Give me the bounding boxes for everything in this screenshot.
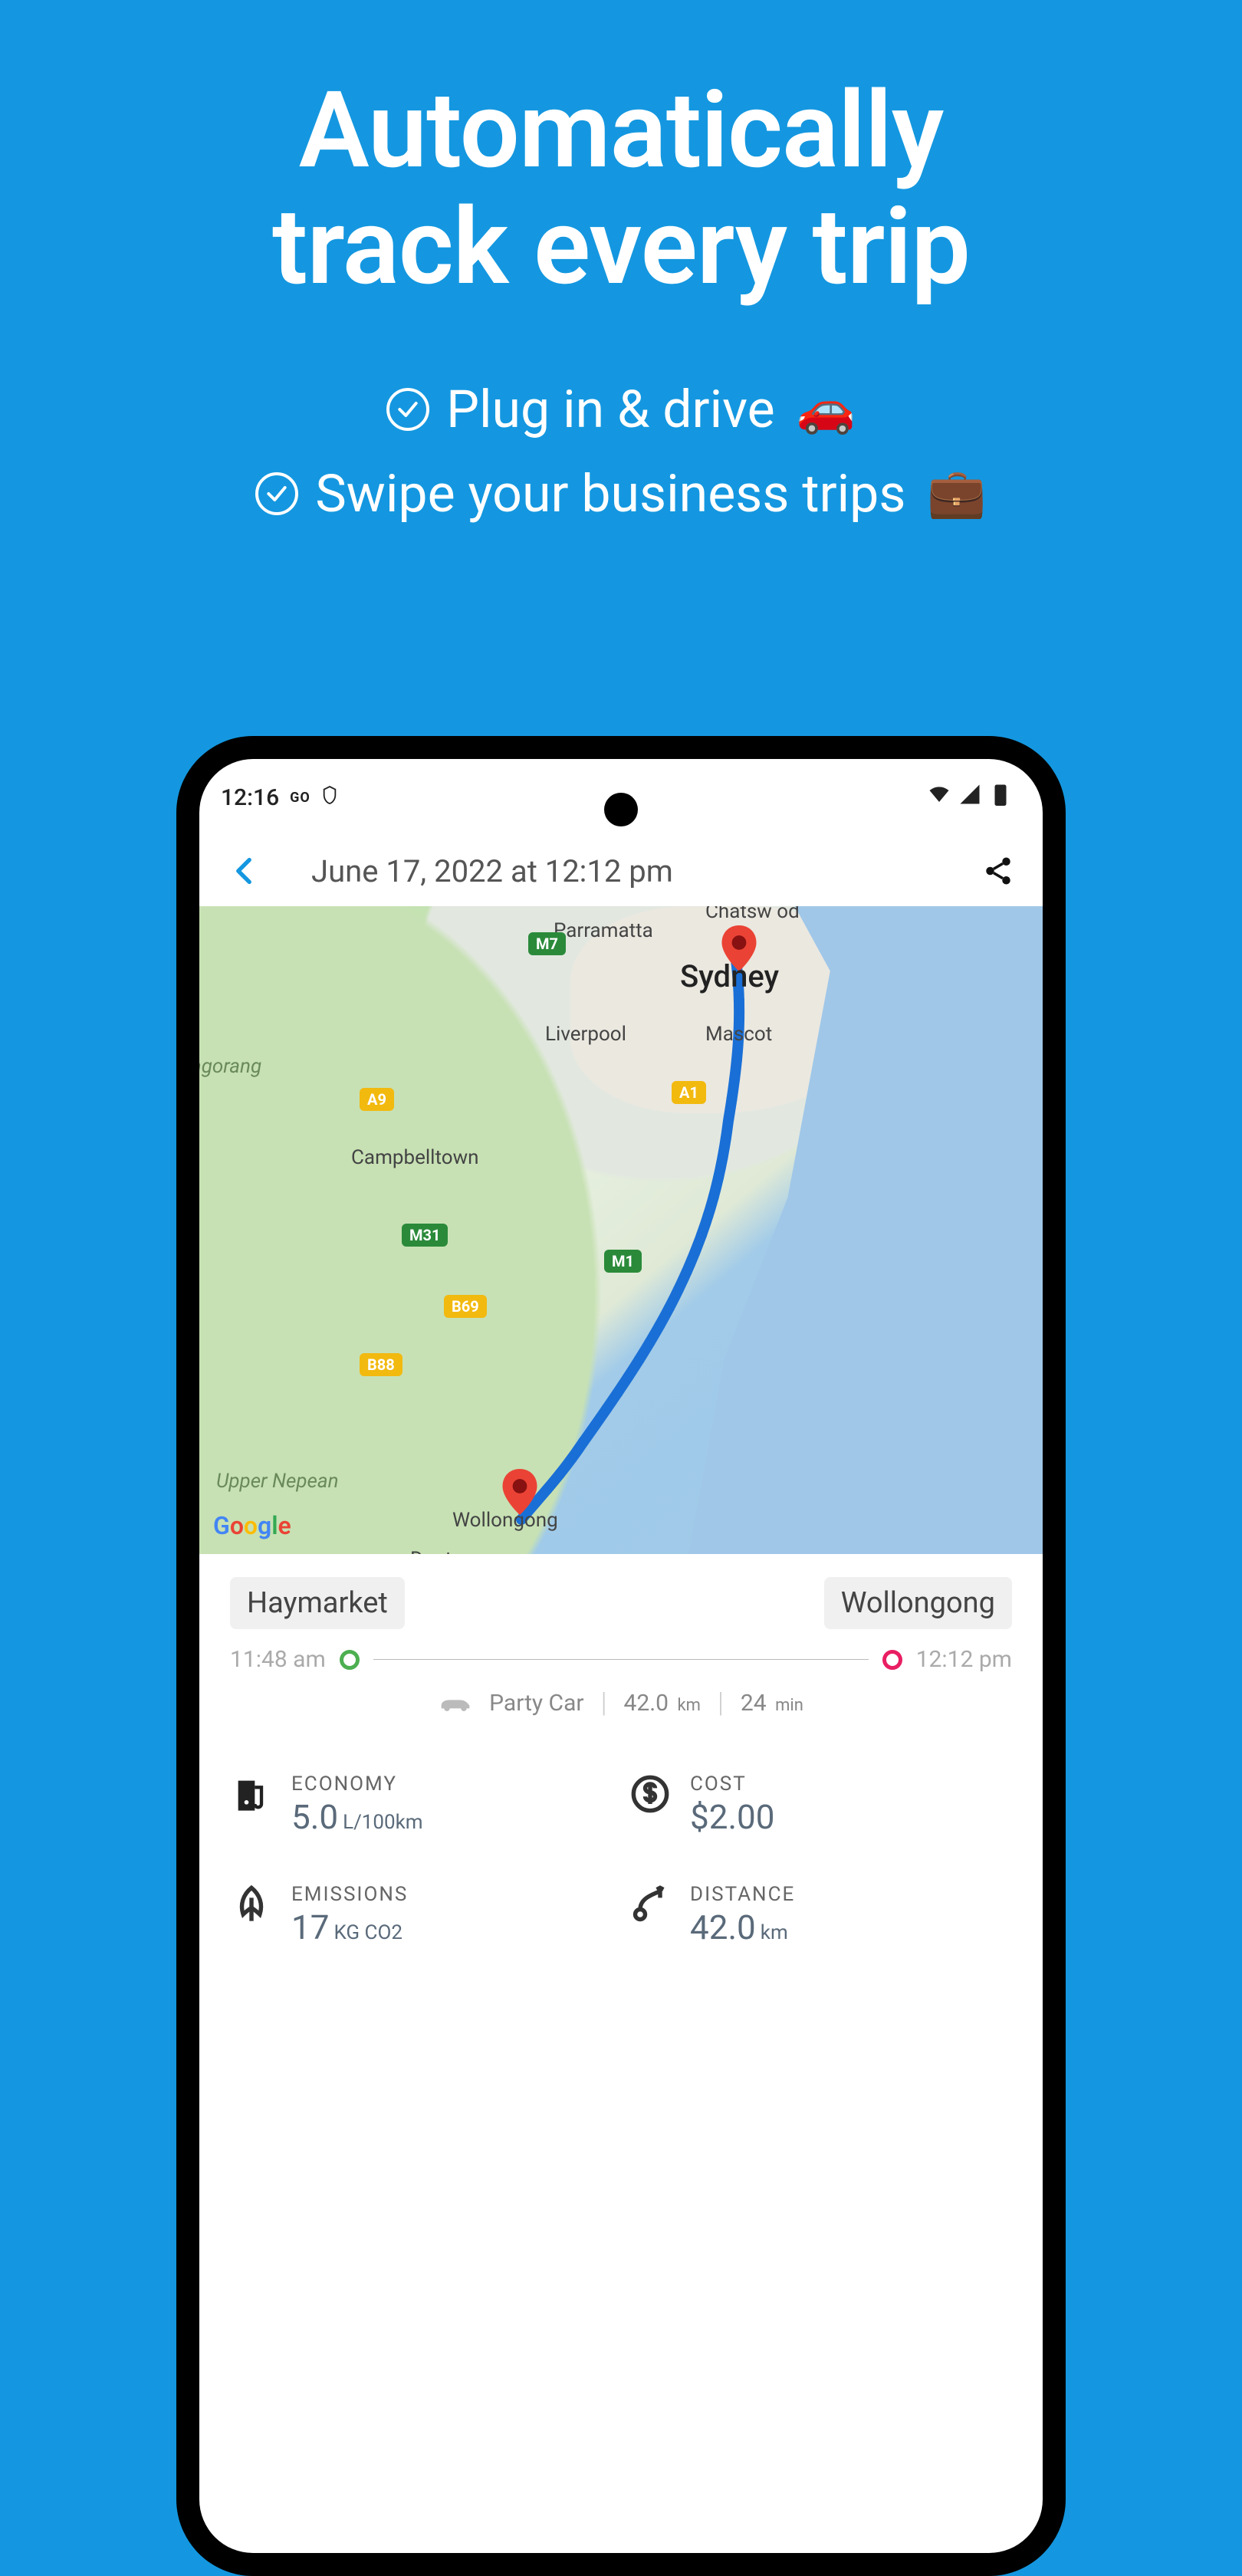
check-icon — [255, 472, 298, 515]
metric-label: COST — [690, 1773, 780, 1796]
map-label: Chatsw od — [705, 906, 800, 923]
metric-value: $2.00 — [690, 1797, 775, 1837]
share-button[interactable] — [977, 849, 1020, 892]
end-dot-icon — [882, 1650, 902, 1670]
road-shield: B88 — [360, 1353, 402, 1376]
trip-to-chip[interactable]: Wollongong — [824, 1577, 1012, 1629]
metric-unit: L/100km — [343, 1811, 423, 1834]
start-dot-icon — [340, 1650, 360, 1670]
map-label: Dapto — [410, 1548, 463, 1554]
metric-unit: KG CO2 — [334, 1921, 402, 1944]
metric-economy: ECONOMY 5.0L/100km — [230, 1773, 613, 1837]
road-shield: M31 — [402, 1224, 448, 1247]
battery-icon — [989, 783, 1012, 812]
promo-bullet-1: Plug in & drive 🚗 — [386, 379, 856, 440]
road-shield: M1 — [604, 1250, 642, 1273]
road-shield: A1 — [672, 1081, 706, 1104]
promo-headline: Automatically track every trip — [0, 0, 1242, 306]
map-label: Liverpool — [545, 1023, 626, 1046]
promo-bullets: Plug in & drive 🚗 Swipe your business tr… — [0, 379, 1242, 524]
trip-start-time: 11:48 am — [230, 1646, 326, 1673]
phone-screen: 12:16 GO — [199, 759, 1043, 2553]
metric-emissions: EMISSIONS 17KG CO2 — [230, 1883, 613, 1947]
road-shield: M7 — [528, 932, 566, 955]
promo-bullet-2: Swipe your business trips 💼 — [255, 463, 986, 524]
trip-duration-unit: min — [775, 1696, 803, 1715]
map-label: Parramatta — [554, 919, 653, 942]
trip-distance-value: 42.0 — [624, 1690, 669, 1717]
back-button[interactable] — [222, 849, 265, 892]
camera-punch-hole — [604, 793, 638, 826]
trip-from-chip[interactable]: Haymarket — [230, 1577, 405, 1629]
trip-vehicle-name: Party Car — [489, 1690, 583, 1717]
bullet-text: Swipe your business trips — [315, 463, 905, 524]
trip-timeline: 11:48 am 12:12 pm — [230, 1646, 1012, 1673]
headline-line-1: Automatically — [299, 68, 944, 192]
map-label: Campbelltown — [351, 1146, 478, 1169]
google-attribution: Google — [213, 1511, 291, 1540]
metric-label: EMISSIONS — [291, 1883, 408, 1906]
car-icon — [439, 1694, 472, 1711]
fuel-pump-icon — [230, 1773, 273, 1815]
bullet-text: Plug in & drive — [446, 379, 775, 440]
map-label-region: Upper Nepean — [216, 1470, 339, 1493]
check-icon — [386, 388, 429, 431]
metric-value: 5.0 — [291, 1797, 338, 1837]
shield-icon — [321, 784, 338, 811]
metric-label: ECONOMY — [291, 1773, 423, 1796]
leaf-icon — [230, 1883, 273, 1926]
trip-date-title: June 17, 2022 at 12:12 pm — [265, 853, 977, 889]
distance-icon — [629, 1883, 672, 1926]
trip-map[interactable]: Parramatta Chatsw od Sydney Liverpool Ma… — [199, 906, 1043, 1554]
dollar-circle-icon — [629, 1773, 672, 1815]
road-shield: B69 — [444, 1295, 487, 1318]
status-app-badge: GO — [290, 790, 310, 806]
app-header: June 17, 2022 at 12:12 pm — [199, 836, 1043, 906]
map-label: Mascot — [705, 1023, 772, 1046]
metric-label: DISTANCE — [690, 1883, 795, 1906]
trip-details-panel: Haymarket Wollongong 11:48 am 12:12 pm P… — [199, 1554, 1043, 1970]
map-label: Wollongong — [452, 1509, 558, 1532]
metric-unit: km — [761, 1921, 788, 1944]
timeline-dash — [373, 1659, 869, 1660]
car-emoji: 🚗 — [797, 381, 856, 437]
metric-value: 42.0 — [690, 1907, 756, 1947]
metric-value: 17 — [291, 1907, 329, 1947]
trip-distance-unit: km — [677, 1696, 700, 1715]
metric-cost: COST $2.00 — [629, 1773, 1012, 1837]
headline-line-2: track every trip — [272, 185, 970, 309]
route-polyline — [199, 906, 1043, 1554]
road-shield: A9 — [360, 1088, 394, 1111]
status-time: 12:16 — [221, 784, 279, 811]
briefcase-emoji: 💼 — [927, 465, 986, 521]
trip-summary-row: Party Car | 42.0 km | 24 min — [230, 1687, 1012, 1719]
phone-mockup: 12:16 GO — [176, 736, 1066, 2576]
map-label-sydney: Sydney — [680, 958, 779, 994]
wifi-icon — [928, 783, 951, 812]
trip-end-time: 12:12 pm — [916, 1646, 1012, 1673]
map-label-region: agorang — [199, 1055, 261, 1078]
metric-distance: DISTANCE 42.0km — [629, 1883, 1012, 1947]
trip-duration-value: 24 — [741, 1690, 767, 1717]
cellular-icon — [958, 783, 981, 812]
